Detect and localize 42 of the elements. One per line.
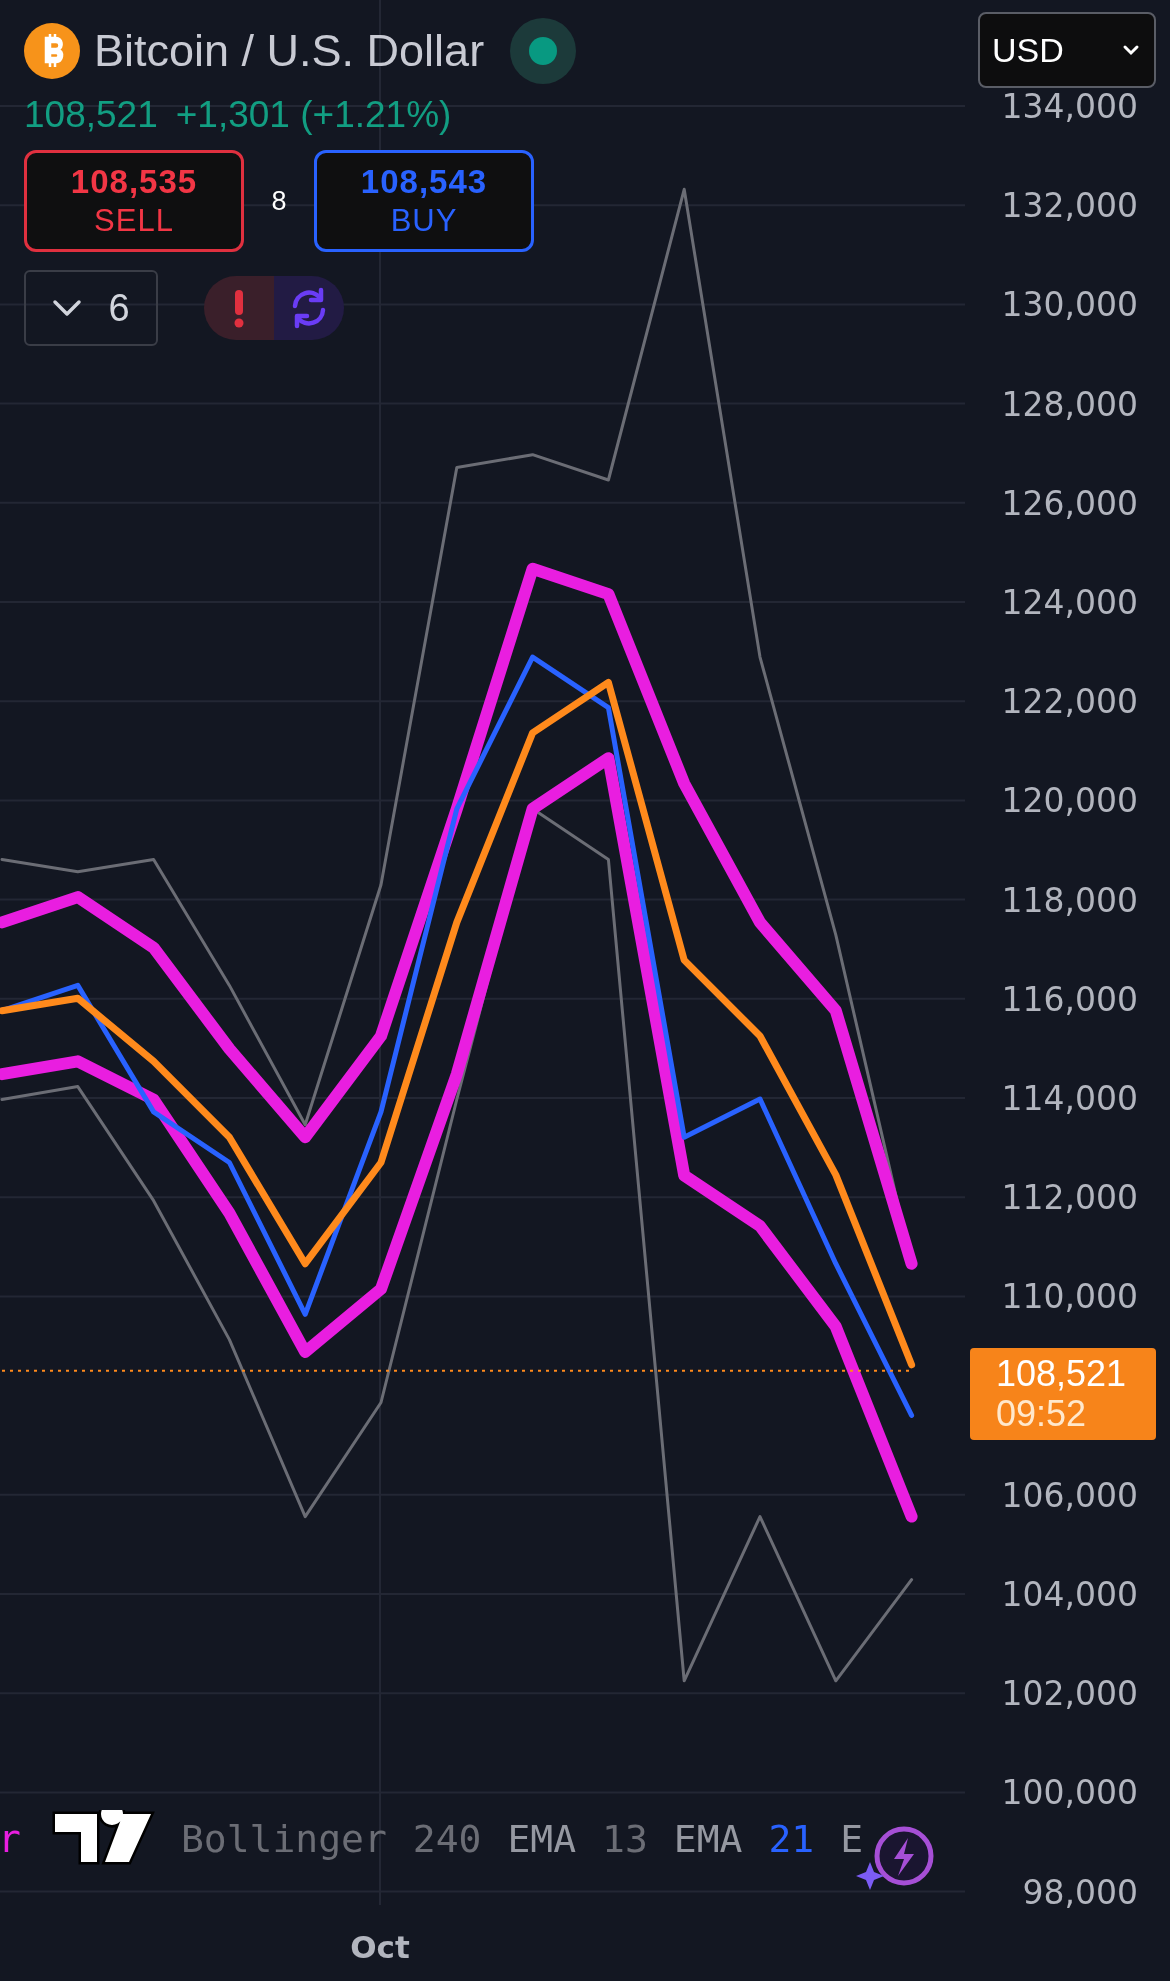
chevron-icon [52, 298, 83, 318]
legend-text: r [0, 1817, 21, 1861]
axis-label: 134,000 [1001, 87, 1138, 126]
axis-label: 122,000 [1001, 682, 1138, 722]
chevron-icon [1122, 44, 1140, 56]
symbol-title: Bitcoin / U.S. Dollar [94, 25, 485, 77]
legend-text: 21 [768, 1817, 815, 1861]
axis-label: Oct [350, 1929, 410, 1965]
indicators-toggle[interactable]: 6 [24, 270, 158, 346]
bitcoin-icon [24, 23, 80, 79]
currency-dropdown[interactable]: USD [978, 12, 1156, 88]
sell-button[interactable]: 108,535 SELL [24, 150, 244, 252]
axis-label: 102,000 [1001, 1674, 1138, 1714]
alert-icon[interactable] [232, 288, 246, 328]
axis-label: 104,000 [1001, 1575, 1138, 1614]
axis-label: 114,000 [1001, 1079, 1138, 1118]
legend-text: E [840, 1817, 864, 1861]
axis-label: 106,000 [1001, 1475, 1138, 1515]
axis-label: 110,000 [1001, 1277, 1138, 1317]
axis-label: 132,000 [1001, 186, 1138, 226]
axis-label: 126,000 [1001, 483, 1138, 523]
legend-text: EMA [507, 1817, 577, 1861]
axis-label: 98,000 [1022, 1872, 1138, 1912]
axis-label: 130,000 [1001, 285, 1138, 325]
spread-value: 8 [270, 185, 288, 217]
legend-text: 240 [412, 1817, 482, 1861]
legend-text: Bollinger [180, 1817, 387, 1861]
current-price: 108,521 [996, 1354, 1128, 1394]
axis-label: 118,000 [1001, 880, 1138, 920]
axis-label: 116,000 [1001, 979, 1138, 1019]
bar-countdown: 09:52 [996, 1394, 1088, 1434]
axis-label: 124,000 [1001, 583, 1138, 622]
logo-icon [50, 1810, 155, 1868]
buy-button[interactable]: 108,543 BUY [314, 150, 534, 252]
last-price: 108,521 [24, 94, 158, 136]
axis-label: 120,000 [1001, 781, 1138, 821]
legend-text: 13 [602, 1817, 648, 1861]
legend-text: EMA [673, 1817, 743, 1861]
price-change: +1,301 (+1.21%) [175, 94, 452, 136]
axis-label: 128,000 [1001, 384, 1138, 424]
axis-label: 100,000 [1001, 1773, 1138, 1813]
axis-label: 112,000 [1001, 1178, 1138, 1218]
